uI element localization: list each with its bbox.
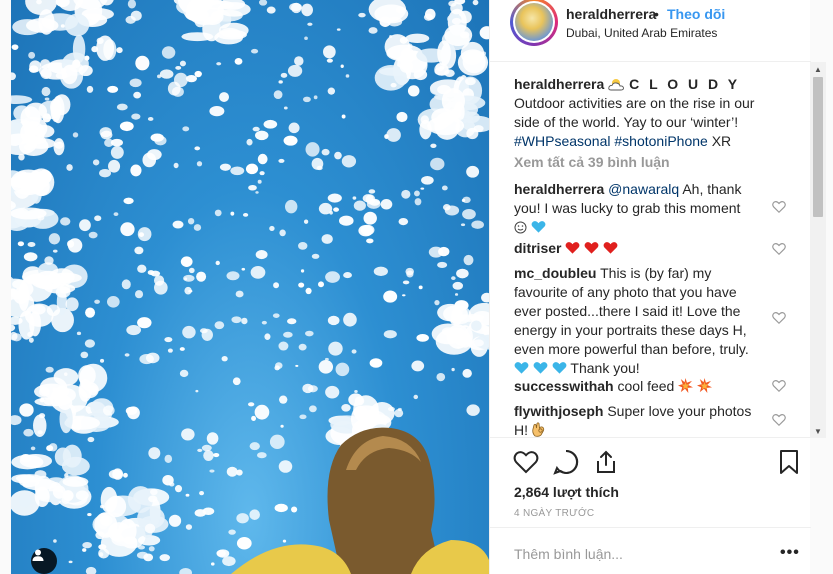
- explosion-emoji: [697, 378, 713, 393]
- like-comment-heart-icon[interactable]: [772, 379, 786, 393]
- child-figure: [231, 427, 489, 574]
- likes-count[interactable]: 2,864 lượt thích: [514, 484, 619, 500]
- add-comment-input[interactable]: [514, 546, 744, 562]
- comment-item: mc_doubleu This is (by far) my favourite…: [514, 264, 762, 378]
- user-tag-icon: [32, 549, 44, 561]
- header-username[interactable]: heraldherrera: [566, 6, 656, 22]
- comment-username[interactable]: flywithjoseph: [514, 403, 603, 419]
- comments-list: heraldherrera C L O U D Y Outdoor activi…: [490, 63, 811, 437]
- comment-text: cool feed: [613, 378, 679, 394]
- caption: heraldherrera C L O U D Y Outdoor activi…: [514, 75, 774, 151]
- comment-text: even more powerful than before, truly.: [514, 341, 749, 357]
- bookmark-icon[interactable]: [776, 449, 802, 475]
- like-comment-heart-icon[interactable]: [772, 413, 786, 427]
- comment-item: ditriser: [514, 239, 762, 258]
- comment-item: successwithah cool feed: [514, 377, 762, 396]
- comment-username[interactable]: heraldherrera: [514, 181, 604, 197]
- caption-text-line2: side of the world. Yay to our ‘winter’!: [514, 114, 739, 130]
- avatar[interactable]: [510, 0, 558, 46]
- post-side-panel: heraldherrera • Theo dõi Dubai, United A…: [489, 0, 811, 574]
- follow-button[interactable]: Theo dõi: [667, 6, 725, 22]
- more-options-button[interactable]: •••: [780, 544, 800, 562]
- comment-text: Super love your photos: [603, 403, 752, 419]
- scroll-up-arrow-icon[interactable]: ▲: [810, 62, 826, 76]
- blue-heart-emoji: [514, 362, 529, 374]
- comment-text: favourite of any photo that you have: [514, 284, 737, 300]
- separator-dot: •: [654, 6, 659, 22]
- smile-emoji: [514, 221, 527, 234]
- comment-item: heraldherrera @nawaralq Ah, thank you! I…: [514, 180, 762, 237]
- post-photo[interactable]: [11, 0, 489, 574]
- location-link[interactable]: Dubai, United Arab Emirates: [566, 26, 717, 40]
- mention-link[interactable]: @nawaralq: [608, 181, 679, 197]
- comment-item: flywithjoseph Super love your photos H!: [514, 402, 762, 437]
- share-icon[interactable]: [593, 449, 619, 475]
- blue-heart-emoji: [552, 362, 567, 374]
- comment-text: you! I was lucky to grab this moment: [514, 200, 741, 216]
- heart-emoji: [584, 242, 599, 254]
- blue-heart-emoji: [531, 221, 546, 233]
- hashtag-link[interactable]: #WHPseasonal: [514, 133, 611, 149]
- view-all-comments-link[interactable]: Xem tất cả 39 bình luận: [514, 154, 670, 170]
- like-comment-heart-icon[interactable]: [772, 311, 786, 325]
- scroll-down-arrow-icon[interactable]: ▼: [810, 424, 826, 438]
- comment-username[interactable]: ditriser: [514, 240, 561, 256]
- like-comment-heart-icon[interactable]: [772, 242, 786, 256]
- heart-emoji: [603, 242, 618, 254]
- comment-username[interactable]: successwithah: [514, 378, 614, 394]
- blue-heart-emoji: [533, 362, 548, 374]
- caption-text-line1: Outdoor activities are on the rise in ou…: [514, 95, 755, 111]
- ok-hand-emoji: [532, 422, 545, 437]
- heart-emoji: [565, 242, 580, 254]
- comments-scrollbar[interactable]: ▲ ▼: [810, 62, 826, 438]
- explosion-emoji: [678, 378, 694, 393]
- comment-username[interactable]: mc_doubleu: [514, 265, 596, 281]
- post-actions: 2,864 lượt thích 4 NGÀY TRƯỚC: [490, 437, 811, 527]
- post-timestamp[interactable]: 4 NGÀY TRƯỚC: [514, 508, 594, 519]
- comment-text: H!: [514, 422, 532, 437]
- scrollbar-thumb[interactable]: [813, 77, 823, 217]
- comment-icon[interactable]: [553, 449, 579, 475]
- comment-text: ever posted...there I said it! Love the: [514, 303, 741, 319]
- comment-text: Ah, thank: [679, 181, 742, 197]
- caption-suffix: XR: [707, 133, 732, 149]
- caption-username[interactable]: heraldherrera: [514, 76, 604, 92]
- comment-text: energy in your portraits these days H,: [514, 322, 747, 338]
- add-comment-bar: •••: [490, 527, 811, 574]
- comment-text: This is (by far) my: [596, 265, 712, 281]
- caption-title: C L O U D Y: [629, 76, 741, 92]
- comment-text: Thank you!: [566, 360, 640, 376]
- tagged-users-button[interactable]: [31, 548, 57, 574]
- cloud-emoji: [608, 79, 625, 91]
- heart-icon[interactable]: [513, 449, 539, 475]
- post-header: heraldherrera • Theo dõi Dubai, United A…: [490, 0, 811, 62]
- hashtag-link[interactable]: #shotoniPhone: [614, 133, 707, 149]
- like-comment-heart-icon[interactable]: [772, 200, 786, 214]
